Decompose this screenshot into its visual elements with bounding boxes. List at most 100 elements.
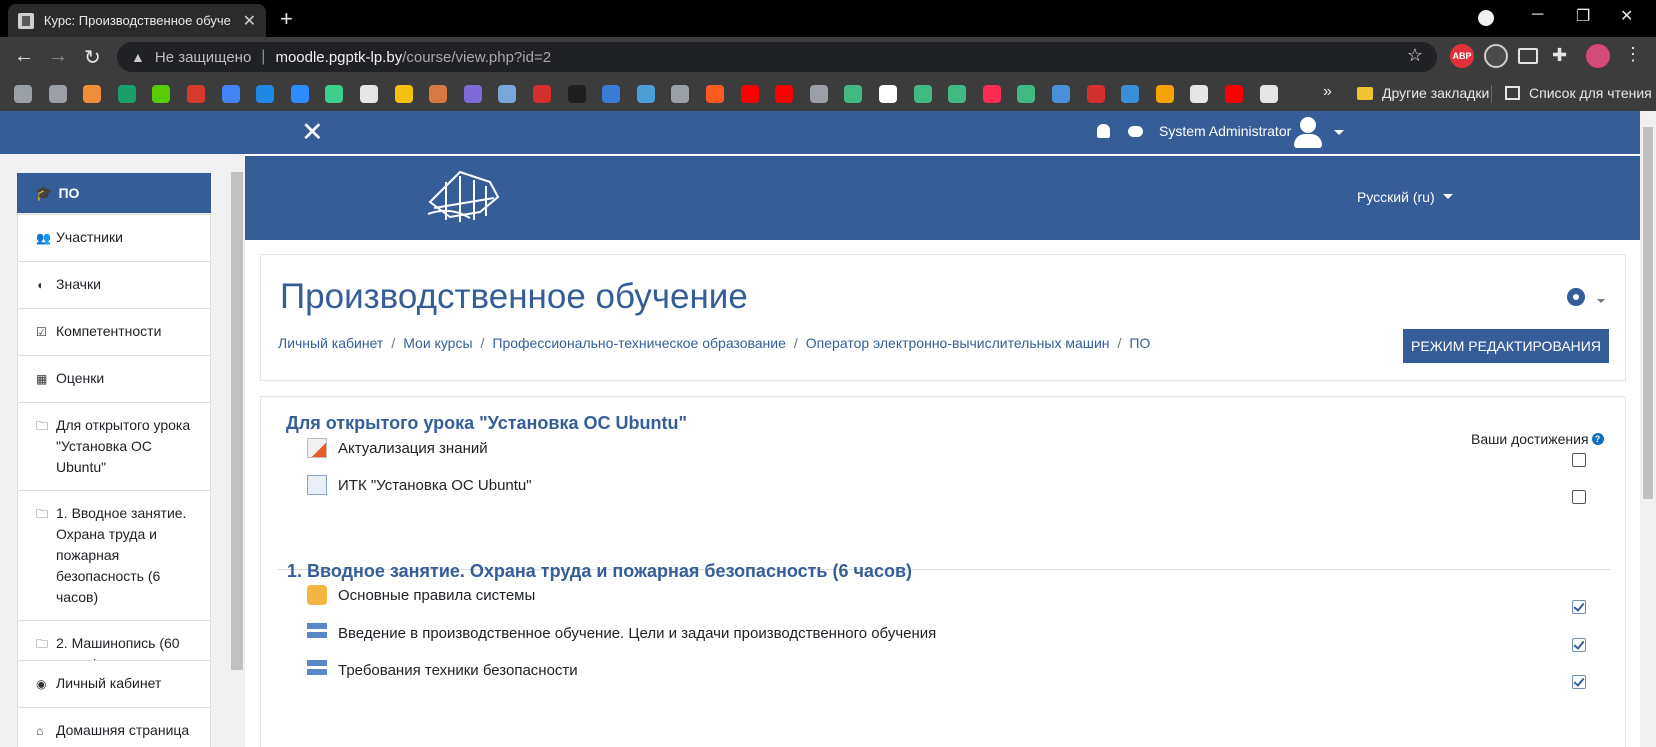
site-logo[interactable] <box>420 162 504 232</box>
bookmark-site-icon[interactable] <box>152 85 171 103</box>
activity-link[interactable]: Введение в производственное обучение. Це… <box>307 623 936 643</box>
completion-checkbox[interactable] <box>1572 638 1586 652</box>
bookmark-site-icon[interactable] <box>533 85 551 103</box>
profile-download-icon[interactable] <box>1478 10 1494 26</box>
language-menu[interactable]: Русский (ru) <box>1357 189 1453 205</box>
bookmark-site-icon[interactable] <box>567 85 586 103</box>
sidebar-item[interactable]: ☑ Компетентности <box>18 309 210 356</box>
messages-chat-icon[interactable] <box>1128 126 1143 137</box>
bookmark-site-icon[interactable] <box>256 85 275 103</box>
bookmark-site-icon[interactable] <box>290 85 309 103</box>
restore-icon[interactable]: ❐ <box>1576 6 1590 26</box>
other-bookmarks-folder[interactable]: Другие закладки <box>1357 85 1489 101</box>
browser-menu-icon[interactable]: ⋮ <box>1624 44 1642 65</box>
bookmark-site-icon[interactable] <box>706 85 724 103</box>
gear-caret-icon[interactable] <box>1597 299 1605 303</box>
bookmark-site-icon[interactable] <box>360 85 378 103</box>
sidebar-item[interactable]: ▦ Оценки <box>18 356 210 403</box>
gear-icon[interactable] <box>1567 288 1585 306</box>
bookmark-site-icon[interactable] <box>982 85 1001 103</box>
back-arrow-icon[interactable]: ← <box>14 45 34 68</box>
activity-name[interactable]: Введение в производственное обучение. Це… <box>338 625 936 642</box>
bookmark-site-icon[interactable] <box>948 85 967 103</box>
activity-link[interactable]: Требования техники безопасности <box>307 660 578 680</box>
bookmark-site-icon[interactable] <box>117 85 136 103</box>
sidebar-item-course[interactable]: 🎓 ПО <box>17 173 211 213</box>
bookmark-site-icon[interactable] <box>325 85 344 103</box>
activity-name[interactable]: Актуализация знаний <box>338 440 488 457</box>
completion-checkbox[interactable] <box>1572 453 1586 467</box>
activity-link[interactable]: Актуализация знаний <box>307 438 488 458</box>
bookmark-site-icon[interactable] <box>429 85 448 103</box>
section-title[interactable]: Для открытого урока "Установка ОС Ubuntu… <box>286 413 687 434</box>
edit-mode-button[interactable]: РЕЖИМ РЕДАКТИРОВАНИЯ <box>1403 329 1609 363</box>
tab-close-icon[interactable]: ✕ <box>243 11 256 31</box>
help-icon[interactable]: ? <box>1591 433 1604 445</box>
bookmark-site-icon[interactable] <box>1225 85 1243 103</box>
bookmark-site-icon[interactable] <box>913 85 932 103</box>
bookmark-site-icon[interactable] <box>671 85 690 103</box>
reading-list[interactable]: Список для чтения <box>1505 85 1652 101</box>
profile-avatar-icon[interactable] <box>1586 44 1610 68</box>
bookmark-site-icon[interactable] <box>809 85 828 103</box>
bookmark-site-icon[interactable] <box>187 85 205 103</box>
completion-checkbox[interactable] <box>1572 675 1586 689</box>
completion-checkbox[interactable] <box>1572 600 1586 614</box>
bookmark-site-icon[interactable] <box>1086 85 1105 103</box>
completion-checkbox[interactable] <box>1572 490 1586 504</box>
bookmark-site-icon[interactable] <box>463 85 482 103</box>
user-menu-caret-icon[interactable] <box>1334 130 1344 135</box>
bookmark-star-icon[interactable]: ☆ <box>1407 45 1423 66</box>
bookmark-site-icon[interactable] <box>1259 85 1278 103</box>
section-title[interactable]: 1. Вводное занятие. Охрана труда и пожар… <box>287 561 912 582</box>
sidebar-item[interactable]: 🗀 Для открытого урока "Установка ОС Ubunt… <box>18 403 210 491</box>
activity-name[interactable]: Основные правила системы <box>338 587 535 604</box>
user-menu-name[interactable]: System Administrator <box>1159 123 1291 139</box>
bookmark-site-icon[interactable] <box>221 85 240 103</box>
sidebar-item[interactable]: 👥 Участники <box>18 215 210 262</box>
bookmark-site-icon[interactable] <box>498 85 517 103</box>
insecure-label[interactable]: Не защищено <box>155 49 251 66</box>
sidebar-item[interactable]: ◉ Личный кабинет <box>18 661 210 708</box>
breadcrumb-item[interactable]: Оператор электронно-вычислительных машин <box>806 335 1110 351</box>
sidebar-item[interactable]: 🗀 1. Вводное занятие. Охрана труда и пожа… <box>18 491 210 621</box>
bookmark-site-icon[interactable] <box>1155 85 1174 103</box>
page-scrollbar-thumb[interactable] <box>1643 127 1653 499</box>
sidebar-scrollbar-thumb[interactable] <box>231 172 243 670</box>
reader-glasses-icon[interactable] <box>1484 44 1508 68</box>
bookmark-site-icon[interactable] <box>602 85 621 103</box>
bookmark-site-icon[interactable] <box>1052 85 1070 103</box>
bookmark-site-icon[interactable] <box>636 85 655 103</box>
breadcrumb-item[interactable]: Профессионально-техническое образование <box>492 335 786 351</box>
bookmark-site-icon[interactable] <box>14 85 32 103</box>
picture-in-picture-icon[interactable] <box>1518 48 1538 64</box>
activity-name[interactable]: ИТК "Установка ОС Ubuntu" <box>338 477 532 494</box>
window-close-icon[interactable]: ✕ <box>1620 6 1633 26</box>
bookmark-site-icon[interactable] <box>1121 85 1140 103</box>
address-bar[interactable]: ▲ Не защищено | moodle.pgptk-lp.by/cours… <box>117 42 1437 72</box>
new-tab-button[interactable]: + <box>280 6 293 32</box>
sidebar-item[interactable]: ⌂ Домашняя страница <box>18 708 210 747</box>
breadcrumb-item[interactable]: Мои курсы <box>403 335 472 351</box>
extensions-puzzle-icon[interactable]: ✚ <box>1552 45 1567 66</box>
drawer-close-icon[interactable]: ✕ <box>301 117 324 148</box>
bookmark-site-icon[interactable] <box>844 85 863 103</box>
url-path[interactable]: /course/view.php?id=2 <box>402 49 551 66</box>
reload-icon[interactable]: ↻ <box>84 45 101 70</box>
sidebar-item[interactable]: ◖ Значки <box>18 262 210 309</box>
bookmark-site-icon[interactable] <box>879 85 897 103</box>
bookmark-site-icon[interactable] <box>48 85 67 103</box>
activity-link[interactable]: Основные правила системы <box>307 585 535 605</box>
bookmark-site-icon[interactable] <box>394 85 413 103</box>
bookmark-site-icon[interactable] <box>1017 85 1036 103</box>
minimize-icon[interactable]: ─ <box>1532 6 1543 24</box>
bookmark-site-icon[interactable] <box>83 85 102 103</box>
breadcrumb-item[interactable]: Личный кабинет <box>278 335 383 351</box>
activity-link[interactable]: ИТК "Установка ОС Ubuntu" <box>307 475 532 495</box>
bookmark-site-icon[interactable] <box>740 85 759 103</box>
activity-name[interactable]: Требования техники безопасности <box>338 662 578 679</box>
bookmark-site-icon[interactable] <box>1190 85 1209 103</box>
bookmarks-more-icon[interactable]: » <box>1323 83 1332 101</box>
browser-tab[interactable]: Курс: Производственное обуче ✕ <box>8 4 266 37</box>
user-avatar-icon[interactable] <box>1292 117 1322 149</box>
